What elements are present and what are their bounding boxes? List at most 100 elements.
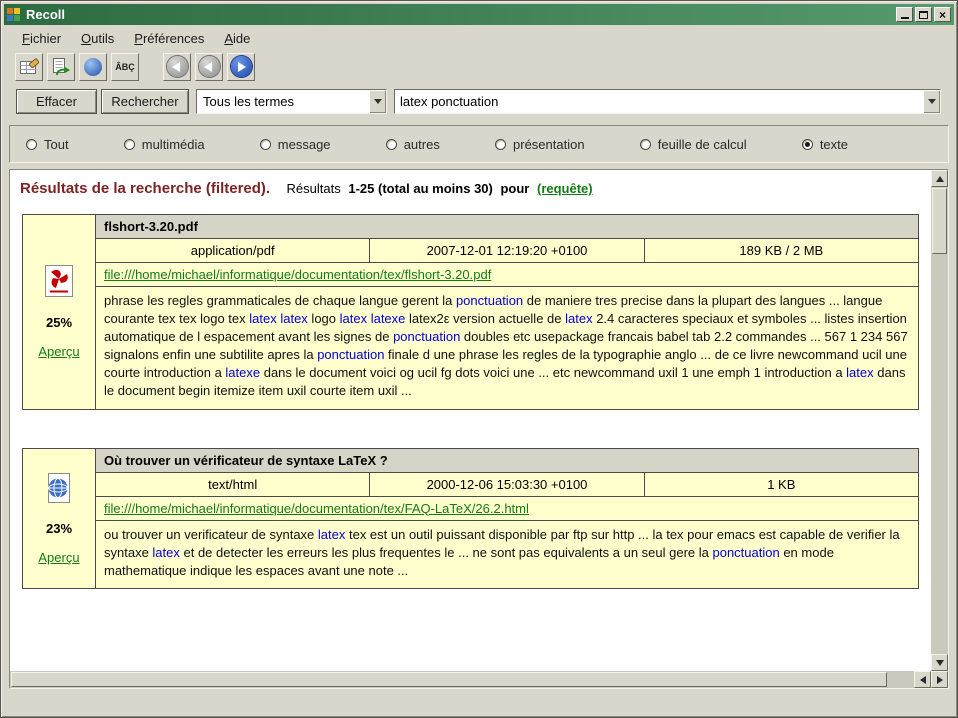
radio-icon — [802, 139, 813, 150]
toolbar: ÂBÇ — [5, 50, 953, 83]
filter-label: autres — [404, 137, 440, 152]
filter-feuille-de-calcul[interactable]: feuille de calcul — [640, 137, 747, 152]
previous-circle-icon — [199, 56, 220, 77]
highlighted-term: latex latex — [249, 311, 308, 326]
menu-aide[interactable]: Aide — [215, 29, 259, 48]
scroll-up-button[interactable] — [931, 170, 948, 187]
clear-search-button[interactable] — [15, 53, 43, 81]
filter-message[interactable]: message — [260, 137, 331, 152]
next-page-button[interactable] — [227, 53, 255, 81]
result-date: 2000-12-06 15:03:30 +0100 — [370, 473, 644, 496]
highlighted-term: latex — [318, 527, 345, 542]
spellcheck-icon: ÂBÇ — [115, 62, 135, 72]
search-button[interactable]: Rechercher — [101, 89, 189, 114]
filter-presentation[interactable]: présentation — [495, 137, 585, 152]
vertical-scrollbar[interactable] — [931, 170, 948, 671]
chevron-down-icon[interactable] — [923, 90, 940, 113]
first-page-button[interactable] — [163, 53, 191, 81]
abstract-text: logo — [308, 311, 340, 326]
result-url-link[interactable]: file:///home/michael/informatique/docume… — [104, 267, 491, 282]
result-side-panel: 23% Aperçu — [23, 449, 96, 589]
abstract-text: phrase les regles grammaticales de chaqu… — [104, 293, 456, 308]
spellcheck-button[interactable]: ÂBÇ — [111, 53, 139, 81]
result-mime: text/html — [96, 473, 370, 496]
search-row: Effacer Rechercher Tous les termes — [5, 89, 953, 115]
filter-autres[interactable]: autres — [386, 137, 440, 152]
results-area: Résultats de la recherche (filtered). Ré… — [9, 169, 949, 689]
radio-icon — [124, 139, 135, 150]
horizontal-scrollbar[interactable] — [10, 671, 948, 688]
app-icon — [7, 8, 21, 22]
horizontal-scroll-thumb[interactable] — [11, 672, 887, 687]
filter-label: message — [278, 137, 331, 152]
pdf-icon — [44, 264, 74, 301]
update-index-icon — [51, 57, 71, 77]
menu-preferences[interactable]: Préférences — [125, 29, 213, 48]
filter-texte[interactable]: texte — [802, 137, 848, 152]
highlighted-term: latex latexe — [340, 311, 406, 326]
radio-icon — [640, 139, 651, 150]
filter-label: multimédia — [142, 137, 205, 152]
preview-link[interactable]: Aperçu — [38, 550, 79, 565]
relevance-percent: 23% — [46, 521, 72, 536]
menu-fichier[interactable]: Fichier — [13, 29, 70, 48]
scroll-down-button[interactable] — [931, 654, 948, 671]
search-mode-select[interactable]: Tous les termes — [196, 89, 387, 114]
summary-prefix: Résultats — [287, 181, 341, 196]
query-link[interactable]: (requête) — [537, 181, 593, 196]
result-title: flshort-3.20.pdf — [96, 215, 918, 239]
maximize-button[interactable] — [915, 7, 932, 22]
category-filterbar: Tout multimédia message autres présentat… — [9, 125, 949, 163]
results-title: Résultats de la recherche (filtered). — [20, 180, 270, 197]
preview-link[interactable]: Aperçu — [38, 344, 79, 359]
minimize-button[interactable] — [896, 7, 913, 22]
close-icon: × — [939, 9, 946, 21]
close-button[interactable]: × — [934, 7, 951, 22]
filter-label: présentation — [513, 137, 585, 152]
term-explorer-button[interactable] — [79, 53, 107, 81]
radio-icon — [495, 139, 506, 150]
term-explorer-icon — [84, 58, 102, 76]
abstract-text: latex2ε version actuelle de — [405, 311, 565, 326]
arrow-down-icon — [936, 660, 944, 666]
results-list: Résultats de la recherche (filtered). Ré… — [10, 170, 931, 671]
window-controls: × — [896, 7, 951, 22]
result-side-panel: 25% Aperçu — [23, 215, 96, 409]
radio-icon — [386, 139, 397, 150]
status-bar — [5, 691, 953, 713]
result-meta-row: application/pdf 2007-12-01 12:19:20 +010… — [96, 239, 918, 263]
result-url-row: file:///home/michael/informatique/docume… — [96, 497, 918, 521]
update-index-button[interactable] — [47, 53, 75, 81]
arrow-right-icon — [937, 676, 943, 684]
result-meta-row: text/html 2000-12-06 15:03:30 +0100 1 KB — [96, 473, 918, 497]
result-url-row: file:///home/michael/informatique/docume… — [96, 263, 918, 287]
vertical-scroll-thumb[interactable] — [932, 188, 947, 254]
menu-outils[interactable]: Outils — [72, 29, 123, 48]
arrow-up-icon — [936, 176, 944, 182]
filter-multimedia[interactable]: multimédia — [124, 137, 205, 152]
filter-label: texte — [820, 137, 848, 152]
clear-button[interactable]: Effacer — [16, 89, 97, 114]
search-input[interactable] — [395, 90, 923, 113]
titlebar[interactable]: Recoll × — [4, 4, 954, 25]
chevron-down-icon[interactable] — [369, 90, 386, 113]
results-header: Résultats de la recherche (filtered). Ré… — [20, 180, 923, 198]
result-details: Où trouver un vérificateur de syntaxe La… — [96, 449, 918, 589]
scroll-right-button[interactable] — [931, 671, 948, 688]
query-combo[interactable] — [394, 89, 941, 114]
highlighted-term: latex — [565, 311, 592, 326]
filter-tout[interactable]: Tout — [26, 137, 69, 152]
result-item: 23% Aperçu Où trouver un vérificateur de… — [22, 448, 919, 590]
window-title: Recoll — [26, 7, 896, 22]
radio-icon — [26, 139, 37, 150]
previous-page-button[interactable] — [195, 53, 223, 81]
result-mime: application/pdf — [96, 239, 370, 262]
recoll-window: Recoll × Fichier Outils Préférences Aide — [0, 0, 958, 718]
result-details: flshort-3.20.pdf application/pdf 2007-12… — [96, 215, 918, 409]
result-url-link[interactable]: file:///home/michael/informatique/docume… — [104, 501, 529, 516]
result-title: Où trouver un vérificateur de syntaxe La… — [96, 449, 918, 473]
highlighted-term: latexe — [225, 365, 260, 380]
results-summary: Résultats 1-25 (total au moins 30) pour … — [287, 181, 593, 196]
scroll-left-button[interactable] — [914, 671, 931, 688]
html-icon — [44, 472, 74, 507]
